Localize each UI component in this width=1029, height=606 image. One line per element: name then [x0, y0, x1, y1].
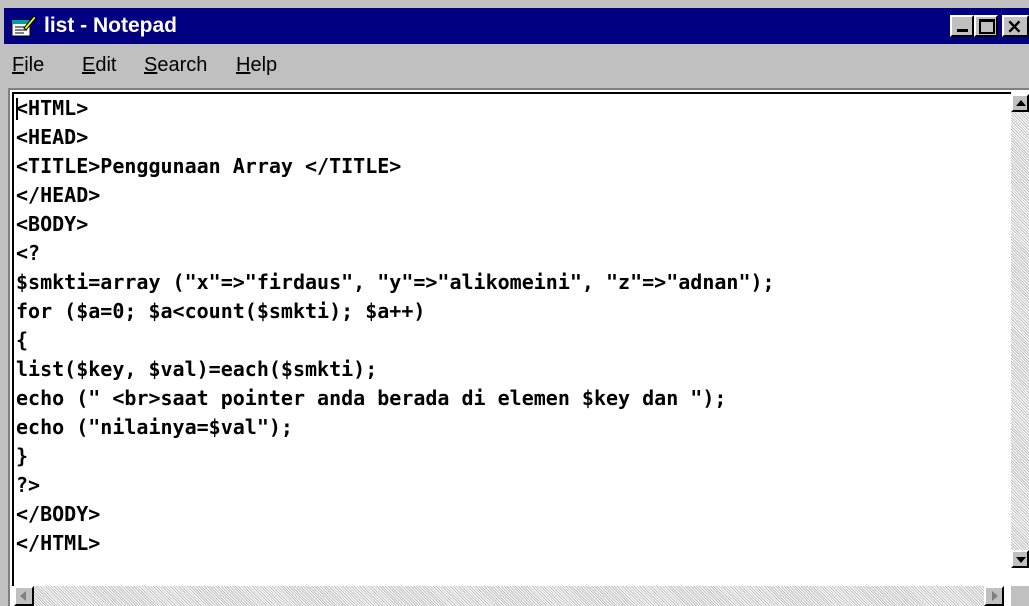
notepad-icon[interactable]: [10, 14, 37, 38]
menu-file[interactable]: File: [12, 53, 44, 77]
maximize-button[interactable]: [974, 15, 998, 37]
arrow-left-icon: [20, 591, 26, 601]
scroll-down-button[interactable]: [1011, 550, 1029, 568]
size-grip[interactable]: [1011, 586, 1029, 606]
arrow-right-icon: [992, 591, 998, 601]
text-caret: [16, 98, 18, 120]
menu-bar: File Edit Search Help: [4, 48, 1029, 82]
text-editor[interactable]: <HTML> <HEAD> <TITLE>Penggunaan Array </…: [8, 88, 1029, 606]
menu-edit[interactable]: Edit: [82, 53, 116, 77]
menu-help[interactable]: Help: [236, 53, 277, 77]
vertical-scrollbar[interactable]: [1011, 94, 1029, 568]
minimize-button[interactable]: [950, 15, 974, 37]
scroll-up-button[interactable]: [1011, 94, 1029, 112]
menu-search[interactable]: Search: [144, 53, 207, 77]
notepad-window: list - Notepad × File Edit Search Help <…: [0, 0, 1029, 606]
arrow-down-icon: [1016, 557, 1026, 563]
document-text[interactable]: <HTML> <HEAD> <TITLE>Penggunaan Array </…: [16, 94, 775, 558]
text-area[interactable]: <HTML> <HEAD> <TITLE>Penggunaan Array </…: [12, 92, 1011, 586]
minimize-icon: [957, 29, 968, 32]
close-button[interactable]: ×: [1002, 14, 1029, 38]
scroll-right-button[interactable]: [984, 586, 1004, 606]
maximize-icon: [979, 19, 995, 34]
horizontal-scrollbar[interactable]: [14, 586, 1004, 606]
close-icon: ×: [1006, 14, 1023, 38]
scroll-left-button[interactable]: [14, 586, 34, 606]
title-bar[interactable]: list - Notepad ×: [4, 8, 1029, 44]
arrow-up-icon: [1016, 100, 1026, 106]
window-title: list - Notepad: [44, 14, 178, 37]
